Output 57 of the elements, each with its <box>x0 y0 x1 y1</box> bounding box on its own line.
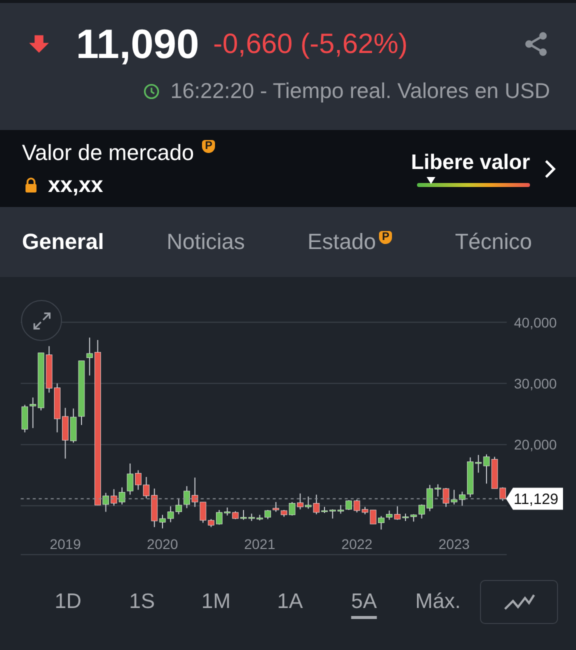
range-button[interactable]: 1S <box>105 584 179 620</box>
candle <box>224 507 230 516</box>
candle <box>426 484 433 512</box>
line-chart-icon <box>503 592 535 612</box>
candle <box>176 498 182 515</box>
axis-label: 2020 <box>146 536 178 552</box>
tab[interactable]: General <box>22 229 104 255</box>
last-price-tag: 11,129 <box>506 488 563 510</box>
candle <box>102 492 109 512</box>
range-button[interactable]: Máx. <box>401 584 475 620</box>
candle <box>338 504 344 514</box>
range-button[interactable]: 1A <box>253 584 327 620</box>
pro-badge: P <box>378 231 392 244</box>
unlock-value-link[interactable]: Libere valor <box>410 150 530 174</box>
range-button[interactable]: 1D <box>31 584 105 620</box>
candle <box>143 476 150 499</box>
axis-label: 2023 <box>438 536 470 552</box>
expand-button[interactable] <box>21 300 62 341</box>
candle <box>305 496 312 510</box>
candle <box>256 514 263 521</box>
candle <box>264 509 271 520</box>
candle <box>297 492 304 510</box>
candle <box>467 456 474 498</box>
candle <box>62 407 68 460</box>
price: 11,090 <box>76 20 200 68</box>
axis-label: 2022 <box>341 536 372 552</box>
range-button[interactable]: 5A <box>327 584 401 620</box>
price-change: -0,660 (-5,62%) <box>213 28 408 60</box>
candle <box>135 470 142 490</box>
market-value-label: Valor de mercado <box>22 140 194 166</box>
axis-label: 30,000 <box>514 375 557 392</box>
candle <box>22 404 28 433</box>
time-note: 16:22:20 - Tiempo real. Valores en USD <box>170 79 550 104</box>
lock-icon <box>24 176 38 192</box>
candle <box>386 510 392 520</box>
candle <box>346 500 352 510</box>
axis-label: 20,000 <box>514 436 557 453</box>
tab[interactable]: Estado P <box>307 229 392 255</box>
tab[interactable]: Noticias <box>166 229 245 255</box>
axis-label: 40,000 <box>514 314 557 330</box>
expand-icon <box>30 310 52 332</box>
chart-type-button[interactable] <box>480 580 558 624</box>
candle <box>216 509 222 526</box>
candle <box>418 504 425 520</box>
market-value: xx,xx <box>48 172 104 198</box>
clock-icon <box>143 83 160 100</box>
range-button[interactable]: 1M <box>179 584 253 620</box>
candle <box>459 491 466 506</box>
tab[interactable]: Técnico <box>454 229 532 255</box>
candle <box>378 516 384 530</box>
candle <box>500 486 506 502</box>
candle <box>54 382 60 433</box>
axis-label: 2021 <box>244 536 276 552</box>
chevron-right-icon[interactable] <box>544 158 556 178</box>
pro-badge: P <box>202 140 216 152</box>
axis-label: 2019 <box>50 536 81 552</box>
candle <box>184 486 190 509</box>
